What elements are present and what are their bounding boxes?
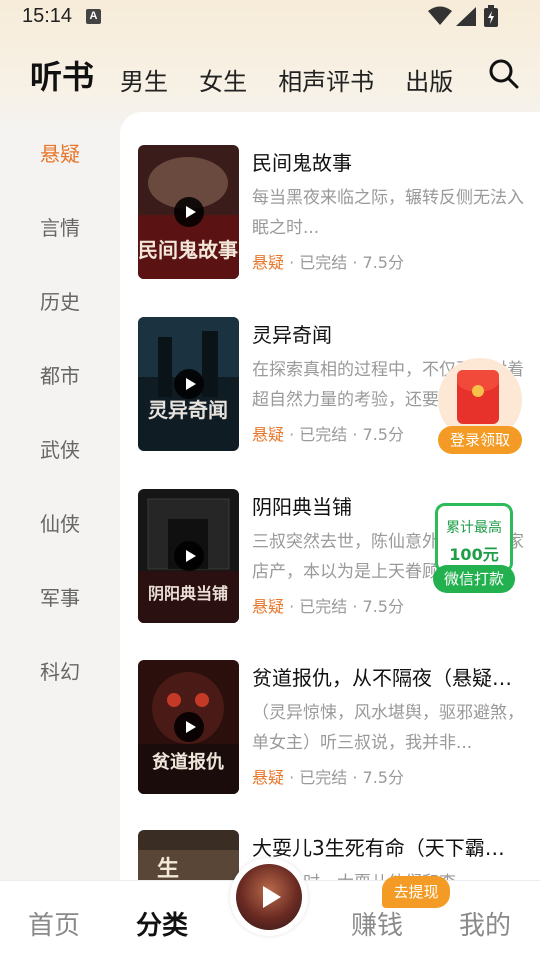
wechat-payout-amount: 100元 bbox=[449, 545, 499, 564]
book-category: 悬疑 bbox=[252, 425, 285, 444]
book-meta: 悬疑 · 已完结 · 7.5分 bbox=[252, 249, 404, 273]
play-icon bbox=[263, 886, 281, 908]
nav-mine[interactable]: 我的 bbox=[459, 905, 511, 942]
cover-title: 生 bbox=[157, 856, 179, 882]
wechat-payout-promo[interactable]: 累计最高 100元 微信打款 bbox=[433, 503, 515, 593]
tab-female[interactable]: 女生 bbox=[199, 62, 247, 97]
book-meta: 悬疑 · 已完结 · 7.5分 bbox=[252, 593, 404, 617]
status-bar: 15:14 A bbox=[0, 0, 540, 34]
nav-home[interactable]: 首页 bbox=[28, 905, 80, 942]
book-description: （灵异惊悚，风水堪舆，驱邪避煞，单女主）听三叔说，我并非... bbox=[252, 703, 524, 753]
tab-crosstalk[interactable]: 相声评书 bbox=[278, 62, 374, 97]
book-cover[interactable]: 阴阳典当铺 bbox=[138, 489, 239, 623]
book-category: 悬疑 bbox=[252, 597, 285, 616]
sidebar-item-romance[interactable]: 言情 bbox=[0, 212, 120, 241]
book-list: 民间鬼故事 民间鬼故事 每当黑夜来临之际，辗转反侧无法入眠之时... 悬疑 · … bbox=[120, 112, 540, 882]
category-sidebar: 悬疑 言情 历史 都市 武侠 仙侠 军事 科幻 bbox=[0, 112, 120, 882]
status-time: 15:14 bbox=[22, 5, 73, 27]
sidebar-item-wuxia[interactable]: 武侠 bbox=[0, 434, 120, 463]
wechat-payout-caption: 累计最高 bbox=[446, 520, 502, 536]
book-meta: 悬疑 · 已完结 · 7.5分 bbox=[252, 764, 404, 788]
book-description: 每当黑夜来临之际，辗转反侧无法入眠之时... bbox=[252, 188, 524, 238]
book-cover[interactable]: 民间鬼故事 bbox=[138, 145, 239, 279]
book-title[interactable]: 贫道报仇，从不隔夜（悬疑… bbox=[252, 662, 532, 691]
tab-publishing[interactable]: 出版 bbox=[405, 62, 453, 97]
signal-icon bbox=[456, 7, 476, 26]
play-icon[interactable] bbox=[174, 712, 204, 742]
notification-icon: A bbox=[86, 9, 101, 24]
list-item[interactable]: 民间鬼故事 民间鬼故事 每当黑夜来临之际，辗转反侧无法入眠之时... 悬疑 · … bbox=[138, 145, 538, 279]
book-cover[interactable]: 灵异奇闻 bbox=[138, 317, 239, 451]
book-status: · 已完结 · 7.5分 bbox=[284, 597, 404, 616]
sidebar-item-history[interactable]: 历史 bbox=[0, 286, 120, 315]
cover-title: 贫道报仇 bbox=[152, 751, 224, 773]
book-status: · 已完结 · 7.5分 bbox=[284, 768, 404, 787]
tab-male[interactable]: 男生 bbox=[120, 62, 168, 97]
top-tabs: 男生 女生 相声评书 出版 亲 bbox=[120, 62, 470, 102]
book-category: 悬疑 bbox=[252, 768, 285, 787]
sidebar-item-scifi[interactable]: 科幻 bbox=[0, 656, 120, 685]
sidebar-item-military[interactable]: 军事 bbox=[0, 582, 120, 611]
book-meta: 悬疑 · 已完结 · 7.5分 bbox=[252, 421, 404, 445]
book-title[interactable]: 灵异奇闻 bbox=[252, 319, 532, 348]
nav-earn[interactable]: 赚钱 bbox=[351, 905, 403, 942]
red-packet-promo[interactable]: 登录领取 bbox=[436, 358, 522, 456]
sidebar-item-urban[interactable]: 都市 bbox=[0, 360, 120, 389]
cover-title: 灵异奇闻 bbox=[148, 398, 228, 422]
book-title[interactable]: 大耍儿3生死有命（天下霸… bbox=[252, 832, 532, 861]
sidebar-item-xianxia[interactable]: 仙侠 bbox=[0, 508, 120, 537]
cover-title: 阴阳典当铺 bbox=[148, 584, 228, 603]
list-item[interactable]: 贫道报仇 贫道报仇，从不隔夜（悬疑… （灵异惊悚，风水堪舆，驱邪避煞，单女主）听… bbox=[138, 660, 538, 794]
cover-title: 民间鬼故事 bbox=[138, 238, 238, 262]
withdraw-badge[interactable]: 去提现 bbox=[382, 876, 450, 908]
book-status: · 已完结 · 7.5分 bbox=[284, 425, 404, 444]
book-title[interactable]: 民间鬼故事 bbox=[252, 147, 532, 176]
wifi-icon bbox=[428, 6, 452, 25]
red-envelope-icon bbox=[457, 370, 499, 424]
play-icon[interactable] bbox=[174, 197, 204, 227]
book-status: · 已完结 · 7.5分 bbox=[284, 253, 404, 272]
book-cover[interactable]: 贫道报仇 bbox=[138, 660, 239, 794]
wechat-payout-button[interactable]: 微信打款 bbox=[433, 565, 515, 593]
login-claim-button[interactable]: 登录领取 bbox=[438, 426, 522, 454]
play-icon[interactable] bbox=[174, 369, 204, 399]
sidebar-item-suspense[interactable]: 悬疑 bbox=[0, 138, 120, 167]
page-title[interactable]: 听书 bbox=[30, 52, 94, 98]
now-playing-button[interactable] bbox=[230, 858, 308, 936]
play-icon[interactable] bbox=[174, 541, 204, 571]
battery-icon bbox=[484, 5, 498, 27]
list-item[interactable]: 生 大耍儿3生死有命（天下霸… 在城里时，大耍儿他们和李... bbox=[138, 830, 538, 882]
book-category: 悬疑 bbox=[252, 253, 285, 272]
book-cover[interactable]: 生 bbox=[138, 830, 239, 882]
search-icon[interactable] bbox=[488, 58, 520, 90]
nav-category[interactable]: 分类 bbox=[136, 905, 188, 942]
